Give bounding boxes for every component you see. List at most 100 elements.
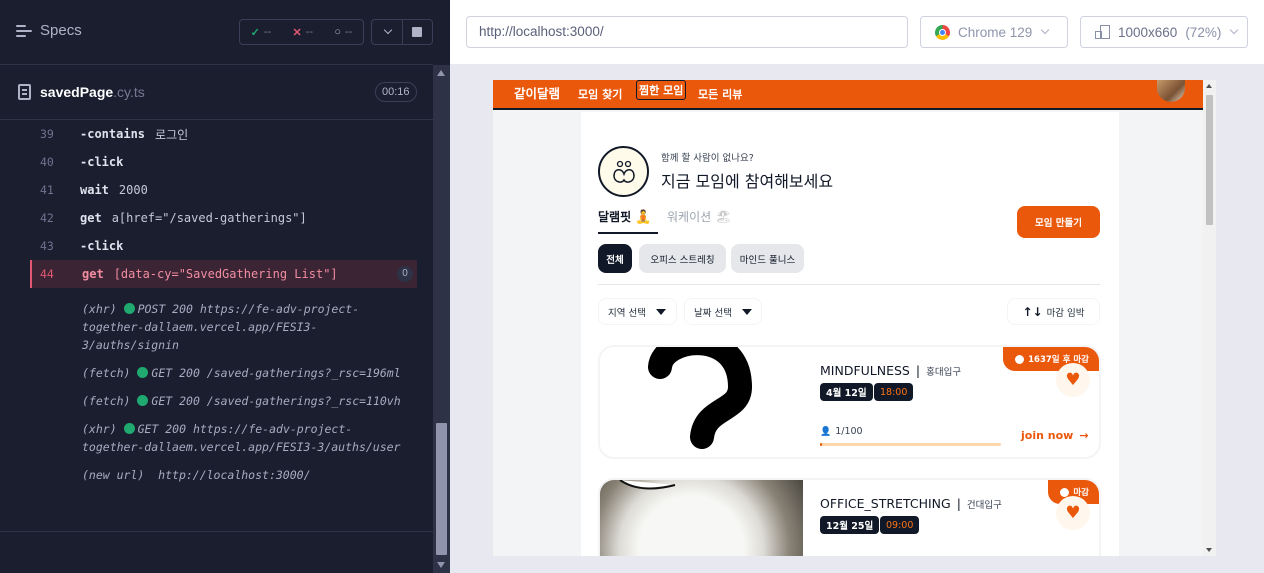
expand-dropdown-button[interactable] bbox=[372, 20, 403, 44]
cross-icon: ✕ bbox=[292, 26, 302, 39]
command-row[interactable]: 39 -contains 로그인 bbox=[30, 120, 417, 148]
command-name: -click bbox=[80, 155, 124, 169]
tab-dallaemfit[interactable]: 달램핏 🧘 bbox=[598, 208, 658, 234]
command-row[interactable]: 41 wait 2000 bbox=[30, 176, 417, 204]
command-number: 40 bbox=[40, 155, 54, 169]
gathering-image bbox=[600, 480, 803, 556]
stop-button[interactable] bbox=[403, 20, 433, 44]
check-icon: ✓ bbox=[250, 26, 260, 39]
specs-toggle-button[interactable]: Specs bbox=[16, 22, 82, 39]
specs-header: Specs ✓ -- ✕ -- ○ -- bbox=[0, 0, 433, 65]
sort-label: 마감 임박 bbox=[1046, 307, 1085, 319]
command-name: -contains bbox=[80, 127, 146, 141]
person-icon: 👤 bbox=[820, 426, 832, 437]
scroll-down-arrow-icon[interactable] bbox=[437, 562, 445, 568]
request-log-item[interactable]: (fetch) GET 200 /saved-gatherings?_rsc=1… bbox=[30, 392, 417, 410]
scrollbar-thumb[interactable] bbox=[1206, 95, 1213, 225]
time-chip: 18:00 bbox=[874, 383, 914, 401]
specs-list-icon bbox=[16, 24, 32, 38]
attendance-progress-bar bbox=[820, 443, 1001, 446]
gathering-card[interactable]: 1637일 후 마감 MINDFULNESS | 홍대입구 4월 12일 18:00… bbox=[598, 345, 1101, 459]
tab-workation[interactable]: 워케이션 🏖 bbox=[667, 208, 732, 225]
tab-label: 달램핏 bbox=[598, 210, 632, 224]
alarm-clock-icon bbox=[1015, 354, 1025, 364]
alarm-clock-icon bbox=[1060, 487, 1070, 497]
sort-arrows-icon: ↑↓ bbox=[1022, 304, 1043, 319]
new-url-log-item[interactable]: (new url) http://localhost:3000/ bbox=[30, 466, 417, 484]
spec-file-name[interactable]: savedPage.cy.ts bbox=[40, 84, 145, 100]
browser-selector[interactable]: Chrome 129 bbox=[920, 16, 1068, 48]
meditation-icon: 🧘 bbox=[635, 210, 652, 225]
command-row[interactable]: 43 -click bbox=[30, 232, 417, 260]
command-log: 39 -contains 로그인 40 -click 41 wait 2000 42 get… bbox=[30, 120, 417, 520]
page-scrollbar[interactable] bbox=[1203, 80, 1216, 556]
join-now-link[interactable]: join now → bbox=[1021, 429, 1089, 442]
request-log-item[interactable]: (fetch) GET 200 /saved-gatherings?_rsc=1… bbox=[30, 364, 417, 382]
viewport-selector[interactable]: 1000x660 (72%) bbox=[1080, 16, 1248, 48]
request-type: (fetch) bbox=[82, 366, 131, 380]
join-label: join now bbox=[1021, 429, 1074, 442]
site-logo[interactable]: 같이달램 bbox=[514, 83, 560, 102]
success-dot-icon bbox=[123, 303, 135, 314]
command-row-active[interactable]: 44 get [data-cy="SavedGathering List"] 0 bbox=[30, 260, 417, 288]
dropdown-label: 지역 선택 bbox=[608, 307, 646, 319]
deadline-text: 1637일 후 마감 bbox=[1028, 355, 1089, 365]
command-number: 42 bbox=[40, 211, 54, 225]
request-type: (xhr) bbox=[82, 302, 117, 316]
chip-all[interactable]: 전체 bbox=[598, 244, 632, 273]
success-dot-icon bbox=[137, 367, 149, 378]
nav-all-reviews[interactable]: 모든 리뷰 bbox=[698, 86, 742, 102]
nav-saved-gatherings[interactable]: 찜한 모임 bbox=[636, 80, 687, 100]
request-log-item[interactable]: (xhr) GET 200 https://fe-adv-project-tog… bbox=[30, 420, 417, 456]
hero-title: 지금 모임에 참여해보세요 bbox=[661, 172, 834, 191]
region-dropdown[interactable]: 지역 선택 bbox=[598, 298, 677, 325]
dropdown-label: 날짜 선택 bbox=[694, 307, 732, 319]
command-row[interactable]: 40 -click bbox=[30, 148, 417, 176]
heart-icon[interactable]: ♥ bbox=[1056, 363, 1090, 397]
url-input[interactable]: http://localhost:3000/ bbox=[466, 16, 908, 48]
command-log-scrollbar[interactable] bbox=[433, 65, 450, 573]
request-text: GET 200 /saved-gatherings?_rsc=196ml bbox=[151, 366, 401, 380]
hero-icon bbox=[598, 146, 649, 197]
heart-icon[interactable]: ♥ bbox=[1056, 496, 1090, 530]
aut-iframe: 같이달램 모임 찾기 찜한 모임 모든 리뷰 함께 할 사람이 없나요? 지금 … bbox=[493, 80, 1216, 556]
sort-button[interactable]: ↑↓ 마감 임박 bbox=[1007, 298, 1100, 325]
divider bbox=[0, 531, 433, 532]
date-chip: 4월 12일 bbox=[820, 383, 873, 401]
command-name: -click bbox=[80, 239, 124, 253]
chip-mindfulness[interactable]: 마인드 풀니스 bbox=[731, 244, 804, 273]
request-log-item[interactable]: (xhr) POST 200 https://fe-adv-project-to… bbox=[30, 300, 417, 354]
chip-office-stretching[interactable]: 오피스 스트레칭 bbox=[639, 244, 726, 273]
chevron-down-icon bbox=[383, 25, 392, 35]
viewport-size: 1000x660 bbox=[1118, 24, 1178, 40]
user-avatar[interactable] bbox=[1157, 80, 1185, 102]
test-stats: ✓ -- ✕ -- ○ -- bbox=[239, 19, 364, 45]
scroll-up-arrow-icon[interactable] bbox=[437, 70, 445, 76]
cypress-runner-panel: Specs ✓ -- ✕ -- ○ -- savedPage.cy.ts 00:16 … bbox=[0, 0, 450, 573]
command-message: a[href="/saved-gatherings"] bbox=[111, 211, 307, 225]
scrollbar-thumb[interactable] bbox=[436, 423, 447, 555]
site-navbar: 같이달램 모임 찾기 찜한 모임 모든 리뷰 bbox=[493, 80, 1203, 110]
gathering-location: 홍대입구 bbox=[926, 367, 962, 378]
create-gathering-button[interactable]: 모임 만들기 bbox=[1017, 206, 1100, 238]
gathering-card[interactable]: 마감 OFFICE_STRETCHING | 건대입구 12월 25일 09:00 … bbox=[598, 478, 1101, 556]
tab-label: 워케이션 bbox=[667, 210, 712, 224]
command-message: [data-cy="SavedGathering List"] bbox=[113, 267, 338, 281]
success-dot-icon bbox=[123, 423, 135, 434]
pending-circle-icon: ○ bbox=[334, 26, 341, 38]
chevron-down-icon bbox=[1041, 25, 1050, 35]
card-title: MINDFULNESS | 홍대입구 bbox=[820, 363, 962, 378]
pending-stat: ○ -- bbox=[334, 26, 352, 38]
command-message: 로그인 bbox=[155, 127, 189, 142]
gathering-type: MINDFULNESS bbox=[820, 363, 910, 378]
nav-find-gatherings[interactable]: 모임 찾기 bbox=[578, 86, 622, 102]
caret-down-icon bbox=[655, 308, 666, 315]
scroll-up-arrow-icon[interactable] bbox=[1206, 84, 1212, 88]
command-name: get bbox=[80, 211, 102, 225]
caret-down-icon bbox=[741, 308, 752, 315]
command-row[interactable]: 42 get a[href="/saved-gatherings"] bbox=[30, 204, 417, 232]
request-type: (xhr) bbox=[82, 422, 117, 436]
date-chip: 12월 25일 bbox=[820, 516, 880, 534]
date-dropdown[interactable]: 날짜 선택 bbox=[684, 298, 762, 325]
scroll-down-arrow-icon[interactable] bbox=[1206, 548, 1212, 552]
